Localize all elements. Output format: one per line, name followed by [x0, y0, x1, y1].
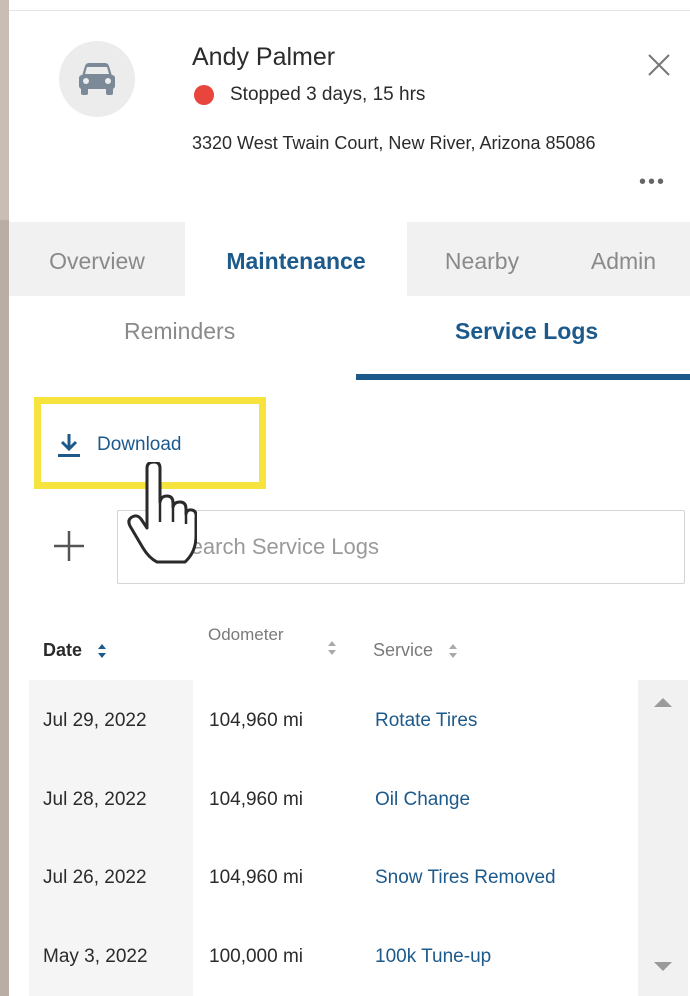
- column-header-date[interactable]: Date: [43, 640, 107, 661]
- cell-date: May 3, 2022: [43, 946, 148, 967]
- add-service-log-button[interactable]: [51, 528, 87, 564]
- cell-odometer: 104,960 mi: [209, 867, 304, 888]
- sort-icon: [98, 644, 107, 659]
- tab-overview[interactable]: Overview: [9, 222, 185, 296]
- download-icon: [58, 434, 80, 457]
- cell-date: Jul 28, 2022: [43, 789, 147, 810]
- hand-pointer-cursor-icon: [127, 462, 197, 564]
- window-edge-top: [0, 0, 9, 220]
- subtab-reminders[interactable]: Reminders: [124, 318, 235, 345]
- close-icon: [648, 54, 670, 76]
- vehicle-avatar: [59, 41, 135, 117]
- vehicle-address: 3320 West Twain Court, New River, Arizon…: [192, 133, 596, 153]
- tab-admin[interactable]: Admin: [557, 222, 690, 296]
- column-header-date-label: Date: [43, 640, 83, 660]
- column-header-service[interactable]: Service: [373, 640, 458, 661]
- download-button[interactable]: Download: [57, 432, 182, 458]
- scroll-up-arrow-icon[interactable]: [654, 698, 672, 707]
- table-scrollbar[interactable]: [638, 680, 688, 996]
- cell-odometer: 104,960 mi: [209, 710, 304, 731]
- car-icon: [79, 63, 115, 95]
- table-row[interactable]: Jul 29, 2022 104,960 mi Rotate Tires: [29, 681, 641, 759]
- plus-icon: [54, 531, 84, 561]
- search-box: [117, 510, 685, 584]
- active-subtab-indicator: [356, 374, 690, 380]
- table-row[interactable]: Jul 26, 2022 104,960 mi Snow Tires Remov…: [29, 838, 641, 916]
- table-row[interactable]: Jul 28, 2022 104,960 mi Oil Change: [29, 760, 641, 838]
- sort-icon[interactable]: [327, 640, 337, 656]
- column-header-service-label: Service: [373, 640, 434, 660]
- sort-icon: [449, 644, 458, 659]
- cell-service-link[interactable]: Oil Change: [375, 760, 470, 840]
- vehicle-details-panel: Andy Palmer Stopped 3 days, 15 hrs 3320 …: [9, 0, 690, 996]
- tab-nearby[interactable]: Nearby: [407, 222, 557, 296]
- cell-date: Jul 26, 2022: [43, 867, 147, 888]
- download-label: Download: [97, 434, 182, 455]
- status-text: Stopped 3 days, 15 hrs: [230, 84, 426, 105]
- cell-date: Jul 29, 2022: [43, 710, 147, 731]
- driver-name: Andy Palmer: [192, 43, 336, 71]
- vehicle-header: Andy Palmer Stopped 3 days, 15 hrs 3320 …: [9, 10, 690, 220]
- close-button[interactable]: [645, 51, 673, 79]
- status-dot-icon: [194, 85, 214, 105]
- search-input[interactable]: [118, 511, 684, 583]
- table-row[interactable]: May 3, 2022 100,000 mi 100k Tune-up: [29, 917, 641, 995]
- cell-service-link[interactable]: Rotate Tires: [375, 681, 477, 761]
- scroll-down-arrow-icon[interactable]: [654, 962, 672, 971]
- main-tabs: Overview Maintenance Nearby Admin: [9, 222, 690, 296]
- subtab-service-logs[interactable]: Service Logs: [455, 318, 598, 345]
- cell-odometer: 100,000 mi: [209, 946, 304, 967]
- cell-service-link[interactable]: Snow Tires Removed: [375, 838, 556, 918]
- cell-service-link[interactable]: 100k Tune-up: [375, 917, 491, 996]
- vehicle-status: Stopped 3 days, 15 hrs: [192, 84, 425, 106]
- more-options-button[interactable]: •••: [639, 171, 666, 194]
- column-header-odometer[interactable]: Odometer: [208, 624, 318, 645]
- cell-odometer: 104,960 mi: [209, 789, 304, 810]
- tab-maintenance[interactable]: Maintenance: [185, 222, 407, 296]
